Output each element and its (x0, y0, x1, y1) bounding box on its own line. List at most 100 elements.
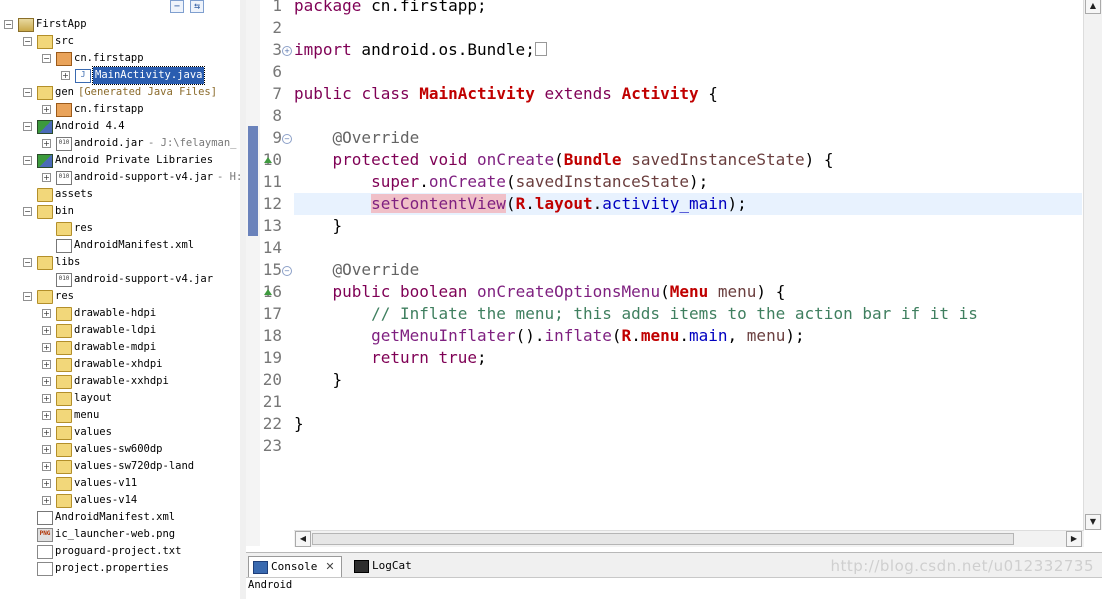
code-line[interactable]: // Inflate the menu; this adds items to … (294, 303, 978, 325)
tree-item[interactable]: + values (0, 424, 240, 441)
code-line[interactable]: setContentView(R.layout.activity_main); (294, 193, 1082, 215)
tree-item[interactable]: + cn.firstapp (0, 101, 240, 118)
tab-console[interactable]: Console ✕ (248, 556, 342, 577)
collapse-all-icon[interactable]: − (170, 0, 184, 13)
link-with-editor-icon[interactable]: ⇆ (190, 0, 204, 13)
collapse-toggle-icon[interactable]: − (23, 122, 32, 131)
code-token: main (689, 326, 728, 345)
tree-item-label: drawable-mdpi (74, 341, 157, 353)
tree-item[interactable]: res (0, 220, 240, 237)
tree-item[interactable]: + values-sw720dp-land (0, 458, 240, 475)
expand-toggle-icon[interactable]: + (42, 462, 51, 471)
override-marker-icon (264, 289, 272, 295)
code-area[interactable]: package cn.firstapp; import android.os.Bu… (294, 0, 1082, 530)
tree-item[interactable]: + drawable-mdpi (0, 339, 240, 356)
code-token: getMenuInflater (371, 326, 516, 345)
fold-expand-icon[interactable]: + (282, 46, 292, 56)
console-body[interactable]: Android (246, 577, 1102, 601)
vertical-scrollbar[interactable]: ▲ ▼ (1083, 0, 1102, 530)
tree-item[interactable]: + menu (0, 407, 240, 424)
code-line[interactable]: import android.os.Bundle; (294, 39, 547, 61)
tree-item[interactable]: − Android 4.4 (0, 118, 240, 135)
expand-toggle-icon[interactable]: + (42, 360, 51, 369)
tree-item[interactable]: − FirstApp (0, 16, 240, 33)
code-line[interactable]: return true; (294, 347, 487, 369)
java-editor[interactable]: 1 2 3 +6 7 8 9−10 11 12 13 14 15−16 17 18 19 20 21 22 23 p… (246, 0, 1102, 547)
expand-toggle-icon[interactable]: + (42, 479, 51, 488)
tree-item[interactable]: PNG ic_launcher-web.png (0, 526, 240, 543)
tree-item[interactable]: + values-v14 (0, 492, 240, 509)
code-line[interactable]: super.onCreate(savedInstanceState); (294, 171, 708, 193)
tree-item[interactable]: +010 android.jar - J:\felayman_ (0, 135, 240, 152)
tree-item[interactable]: AndroidManifest.xml (0, 509, 240, 526)
expand-toggle-icon[interactable]: + (42, 105, 51, 114)
tree-item[interactable]: − bin (0, 203, 240, 220)
tree-item[interactable]: + drawable-ldpi (0, 322, 240, 339)
tree-item[interactable]: + drawable-hdpi (0, 305, 240, 322)
collapse-toggle-icon[interactable]: − (23, 37, 32, 46)
collapse-toggle-icon[interactable]: − (23, 207, 32, 216)
fold-collapse-icon[interactable]: − (282, 134, 292, 144)
code-line[interactable]: public class MainActivity extends Activi… (294, 83, 718, 105)
code-token: ); (688, 172, 709, 191)
tree-item[interactable]: AndroidManifest.xml (0, 237, 240, 254)
library-icon (37, 120, 53, 134)
tree-item[interactable]: + drawable-xxhdpi (0, 373, 240, 390)
tree-item[interactable]: + drawable-xhdpi (0, 356, 240, 373)
tree-item[interactable]: − src (0, 33, 240, 50)
collapse-toggle-icon[interactable]: − (42, 54, 51, 63)
code-line[interactable]: @Override (294, 127, 420, 149)
tree-item[interactable]: 010 android-support-v4.jar (0, 271, 240, 288)
scroll-up-icon[interactable]: ▲ (1085, 0, 1101, 14)
expand-toggle-icon[interactable]: + (42, 394, 51, 403)
code-token: protected (332, 150, 420, 169)
fold-collapse-icon[interactable]: − (282, 266, 292, 276)
tree-item[interactable]: + values-v11 (0, 475, 240, 492)
expand-toggle-icon[interactable]: + (42, 326, 51, 335)
expand-toggle-icon[interactable]: + (42, 139, 51, 148)
expand-toggle-icon[interactable]: + (61, 71, 70, 80)
expand-toggle-icon[interactable]: + (42, 411, 51, 420)
tab-logcat[interactable]: LogCat (350, 556, 418, 576)
horizontal-scroll-thumb[interactable] (312, 533, 1014, 545)
collapse-toggle-icon[interactable]: − (4, 20, 13, 29)
scroll-left-icon[interactable]: ◀ (295, 531, 311, 547)
project-icon (18, 18, 34, 32)
expand-toggle-icon[interactable]: + (42, 309, 51, 318)
scroll-down-icon[interactable]: ▼ (1085, 514, 1101, 530)
scroll-right-icon[interactable]: ▶ (1066, 531, 1082, 547)
code-line[interactable]: } (294, 215, 343, 237)
code-line[interactable]: public boolean onCreateOptionsMenu(Menu … (294, 281, 786, 303)
code-line[interactable]: getMenuInflater().inflate(R.menu.main, m… (294, 325, 805, 347)
tree-item[interactable]: − cn.firstapp (0, 50, 240, 67)
tab-logcat-label: LogCat (372, 559, 412, 572)
tree-item[interactable]: + layout (0, 390, 240, 407)
tree-item[interactable]: − libs (0, 254, 240, 271)
tree-item[interactable]: + J MainActivity.java (0, 66, 240, 85)
collapse-toggle-icon[interactable]: − (23, 258, 32, 267)
code-line[interactable]: protected void onCreate(Bundle savedInst… (294, 149, 834, 171)
close-icon[interactable]: ✕ (325, 560, 334, 573)
collapse-toggle-icon[interactable]: − (23, 292, 32, 301)
code-line[interactable]: } (294, 369, 343, 391)
code-line[interactable]: package cn.firstapp; (294, 0, 487, 17)
horizontal-scrollbar[interactable]: ◀ ▶ (294, 530, 1084, 547)
tree-item[interactable]: − gen [Generated Java Files] (0, 84, 240, 101)
tree-item[interactable]: project.properties (0, 560, 240, 577)
collapse-toggle-icon[interactable]: − (23, 156, 32, 165)
tree-item[interactable]: − res (0, 288, 240, 305)
expand-toggle-icon[interactable]: + (42, 428, 51, 437)
expand-toggle-icon[interactable]: + (42, 377, 51, 386)
tree-item[interactable]: − Android Private Libraries (0, 152, 240, 169)
code-line[interactable]: } (294, 413, 304, 435)
expand-toggle-icon[interactable]: + (42, 496, 51, 505)
tree-item[interactable]: +010 android-support-v4.jar - H: (0, 169, 240, 186)
expand-toggle-icon[interactable]: + (42, 445, 51, 454)
tree-item[interactable]: + values-sw600dp (0, 441, 240, 458)
expand-toggle-icon[interactable]: + (42, 173, 51, 182)
tree-item[interactable]: proguard-project.txt (0, 543, 240, 560)
expand-toggle-icon[interactable]: + (42, 343, 51, 352)
code-line[interactable]: @Override (294, 259, 420, 281)
collapse-toggle-icon[interactable]: − (23, 88, 32, 97)
tree-item[interactable]: assets (0, 186, 240, 203)
